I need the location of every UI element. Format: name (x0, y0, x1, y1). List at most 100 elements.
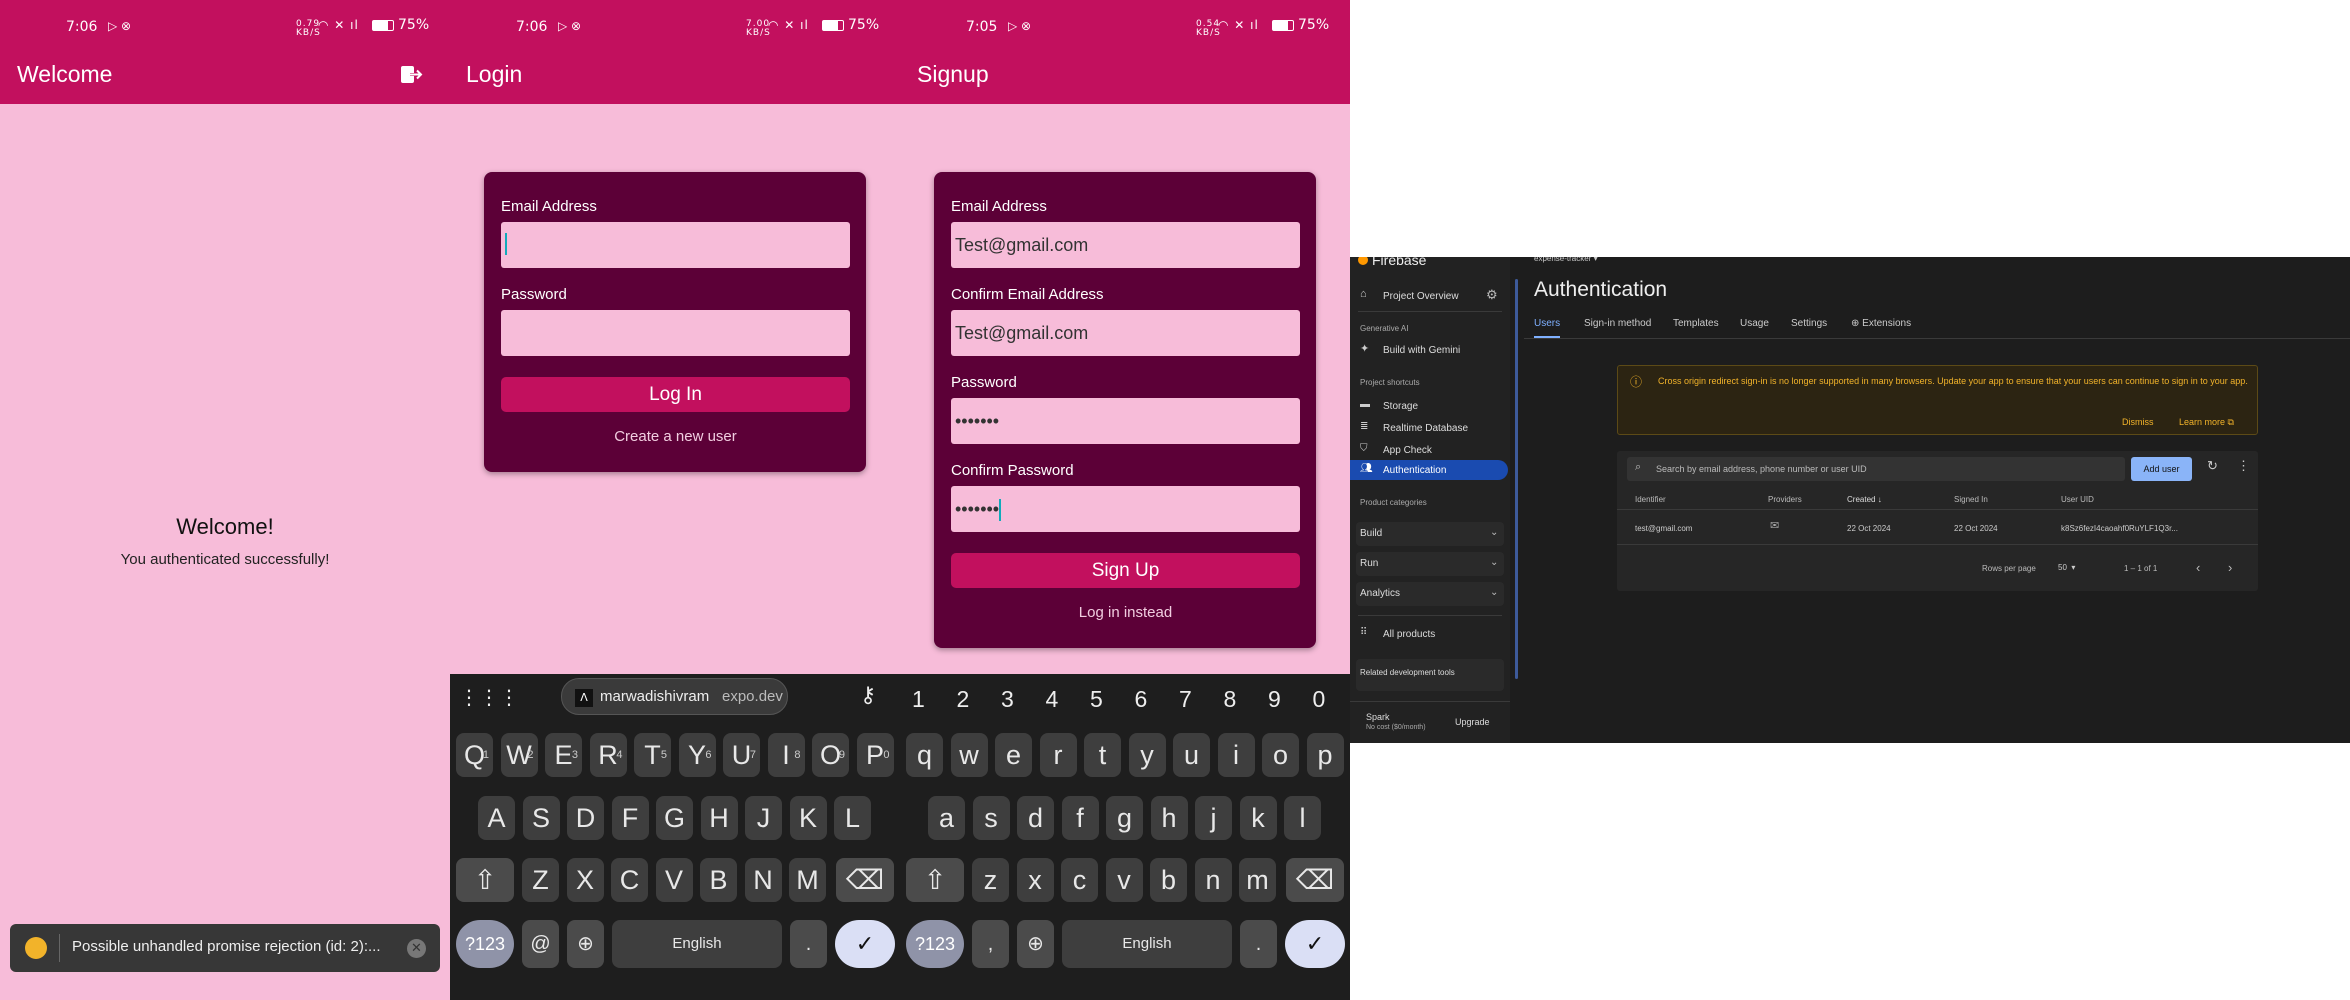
globe-icon[interactable]: ⊕ (1017, 920, 1054, 968)
key-h[interactable]: h (1150, 796, 1188, 840)
period-key[interactable]: . (790, 920, 827, 968)
key-o[interactable]: O9 (812, 733, 849, 777)
dismiss-button[interactable]: Dismiss (2122, 417, 2154, 427)
key-c[interactable]: C (611, 858, 648, 902)
tab-usage[interactable]: Usage (1740, 318, 1769, 329)
key-x[interactable]: X (566, 858, 604, 902)
sidebar-item-app-check[interactable]: App Check (1383, 445, 1432, 456)
key-v[interactable]: v (1105, 858, 1143, 902)
key-x[interactable]: x (1016, 858, 1054, 902)
refresh-icon[interactable]: ↻ (2207, 458, 2218, 474)
search-bar[interactable]: ⌕ Search by email address, phone number … (1627, 457, 2125, 481)
related-tools-box[interactable]: Related development tools (1356, 659, 1504, 691)
shift-key[interactable]: ⇧ (456, 858, 514, 902)
login-instead-link[interactable]: Log in instead (951, 604, 1300, 621)
key-i[interactable]: i (1217, 733, 1255, 777)
key-n[interactable]: n (1194, 858, 1232, 902)
key-u[interactable]: U7 (723, 733, 760, 777)
backspace-key[interactable]: ⌫ (836, 858, 894, 902)
prev-page-icon[interactable]: ‹ (2196, 560, 2200, 575)
space-key[interactable]: English (1062, 920, 1232, 968)
key-t[interactable]: t (1084, 733, 1121, 777)
key-i[interactable]: I8 (767, 733, 805, 777)
key-b[interactable]: b (1150, 858, 1187, 902)
key-p[interactable]: p (1306, 733, 1344, 777)
key-w[interactable]: W2 (500, 733, 538, 777)
key-s[interactable]: s (972, 796, 1010, 840)
key-w[interactable]: w (950, 733, 988, 777)
key-m[interactable]: m (1239, 858, 1276, 902)
comma-key[interactable]: , (972, 920, 1009, 968)
period-key[interactable]: . (1240, 920, 1277, 968)
tab-users[interactable]: Users (1534, 318, 1560, 329)
autofill-suggestion[interactable]: Λ marwadishivram expo.dev (561, 678, 788, 715)
key-r[interactable]: R4 (589, 733, 627, 777)
key-e[interactable]: e (995, 733, 1032, 777)
key-q[interactable]: q (906, 733, 943, 777)
key-n[interactable]: N (744, 858, 782, 902)
password-field[interactable] (501, 310, 850, 356)
key-g[interactable]: g (1106, 796, 1143, 840)
space-key[interactable]: English (612, 920, 782, 968)
error-toast[interactable]: Possible unhandled promise rejection (id… (10, 924, 440, 972)
sidebar-item-realtime-database[interactable]: Realtime Database (1383, 423, 1468, 434)
key-f[interactable]: F (611, 796, 649, 840)
email-field[interactable] (501, 222, 850, 268)
logout-icon[interactable] (398, 62, 424, 88)
key-c[interactable]: c (1061, 858, 1098, 902)
key-z[interactable]: Z (522, 858, 559, 902)
key-f[interactable]: f (1061, 796, 1099, 840)
tab-settings[interactable]: Settings (1791, 318, 1827, 329)
key-m[interactable]: M (789, 858, 826, 902)
key-q[interactable]: Q1 (456, 733, 493, 777)
create-user-link[interactable]: Create a new user (501, 428, 850, 445)
number-key[interactable]: 0 (1313, 686, 1326, 713)
apps-grid-icon[interactable]: ⋮⋮⋮ (459, 685, 519, 713)
key-e[interactable]: E3 (545, 733, 582, 777)
project-overview[interactable]: Project Overview (1383, 291, 1459, 302)
category-run[interactable]: Run ⌄ (1356, 552, 1504, 576)
enter-key[interactable]: ✓ (1285, 920, 1345, 968)
key-u[interactable]: u (1173, 733, 1210, 777)
key-d[interactable]: D (567, 796, 604, 840)
symbols-key[interactable]: ?123 (456, 920, 514, 968)
at-key[interactable]: @ (522, 920, 559, 968)
shift-key[interactable]: ⇧ (906, 858, 964, 902)
enter-key[interactable]: ✓ (835, 920, 895, 968)
number-key[interactable]: 7 (1179, 686, 1192, 713)
signup-button[interactable]: Sign Up (951, 553, 1300, 588)
confirm-email-field[interactable]: Test@gmail.com (951, 310, 1300, 356)
key-j[interactable]: j (1195, 796, 1232, 840)
key-r[interactable]: r (1039, 733, 1077, 777)
key-l[interactable]: l (1284, 796, 1321, 840)
key-h[interactable]: H (700, 796, 738, 840)
project-selector[interactable]: expense-tracker ▾ (1534, 257, 1598, 263)
key-k[interactable]: k (1239, 796, 1277, 840)
key-b[interactable]: B (700, 858, 737, 902)
sidebar-item-storage[interactable]: Storage (1383, 401, 1418, 412)
home-icon[interactable]: ⌂ (1360, 288, 1367, 300)
number-key[interactable]: 1 (912, 686, 925, 713)
key-l[interactable]: L (834, 796, 871, 840)
category-analytics[interactable]: Analytics ⌄ (1356, 582, 1504, 606)
key-v[interactable]: V (655, 858, 693, 902)
more-vert-icon[interactable]: ⋮ (2237, 458, 2250, 474)
key-d[interactable]: d (1017, 796, 1054, 840)
password-field[interactable]: ••••••• (951, 398, 1300, 444)
col-created[interactable]: Created ↓ (1847, 495, 1882, 504)
globe-icon[interactable]: ⊕ (567, 920, 604, 968)
key-y[interactable]: y (1128, 733, 1166, 777)
backspace-key[interactable]: ⌫ (1286, 858, 1344, 902)
number-key[interactable]: 3 (1001, 686, 1014, 713)
number-key[interactable]: 9 (1268, 686, 1281, 713)
close-icon[interactable]: ✕ (407, 939, 426, 958)
tab-extensions[interactable]: ⊕ Extensions (1851, 318, 1911, 329)
confirm-password-field[interactable]: ••••••• (951, 486, 1300, 532)
tab-sign-in-method[interactable]: Sign-in method (1584, 318, 1651, 329)
rows-per-page-select[interactable]: 50 ▾ (2058, 563, 2075, 572)
number-key[interactable]: 2 (957, 686, 970, 713)
key-s[interactable]: S (522, 796, 560, 840)
key-a[interactable]: a (928, 796, 965, 840)
number-key[interactable]: 5 (1090, 686, 1103, 713)
number-key[interactable]: 8 (1224, 686, 1237, 713)
